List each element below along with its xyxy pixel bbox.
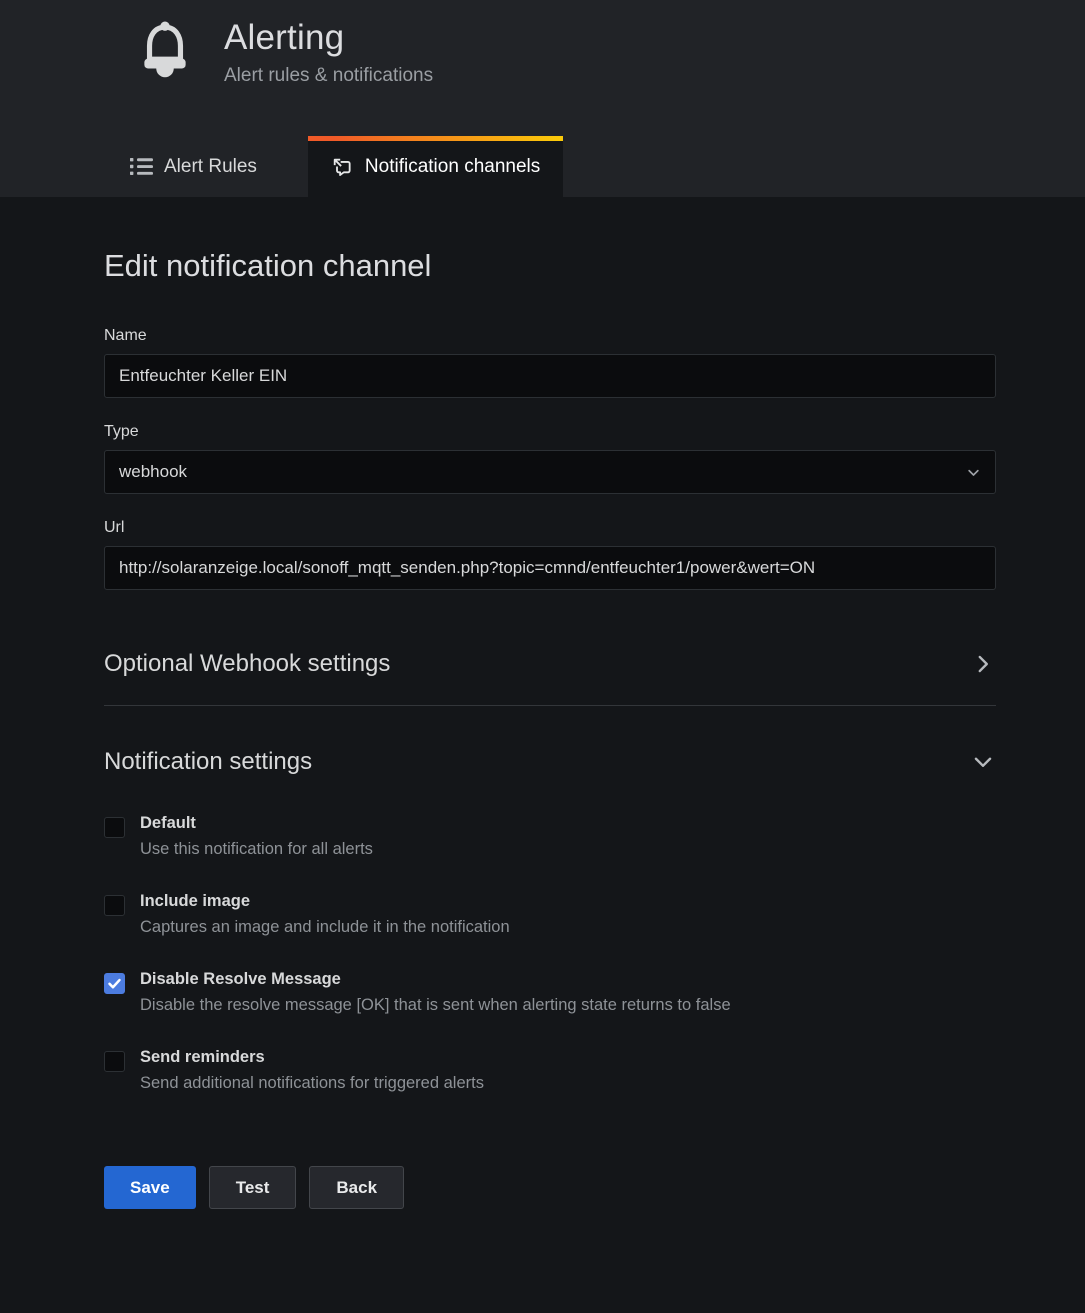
name-input[interactable] [104,354,996,398]
page-subtitle: Alert rules & notifications [224,65,433,87]
option-default-description: Use this notification for all alerts [140,840,373,859]
url-field-group: Url [104,519,996,590]
tab-notification-channels[interactable]: Notification channels [308,136,563,197]
save-button[interactable]: Save [104,1166,196,1209]
tab-alert-rules-label: Alert Rules [164,156,257,178]
type-field-group: Type webhook [104,423,996,494]
alerting-bell-icon [137,20,193,86]
option-include-image-label: Include image [140,892,510,911]
header-titles: Alerting Alert rules & notifications [224,18,433,87]
page-title: Alerting [224,18,433,58]
chevron-down-icon [966,465,981,480]
back-button[interactable]: Back [309,1166,404,1209]
type-select[interactable]: webhook [104,450,996,494]
header-top: Alerting Alert rules & notifications [0,0,1085,136]
optional-webhook-settings-header[interactable]: Optional Webhook settings [104,650,996,706]
option-disable-resolve-description: Disable the resolve message [OK] that is… [140,996,731,1015]
channel-form: Name Type webhook Url [104,327,996,590]
chevron-down-icon [970,749,996,775]
option-default-text: Default Use this notification for all al… [140,814,373,859]
option-disable-resolve-label: Disable Resolve Message [140,970,731,989]
option-include-image-text: Include image Captures an image and incl… [140,892,510,937]
button-row: Save Test Back [104,1166,996,1209]
list-icon [130,157,153,176]
notification-options: Default Use this notification for all al… [104,814,996,1093]
notification-settings-header[interactable]: Notification settings [104,748,996,776]
chevron-right-icon [970,651,996,677]
url-input[interactable] [104,546,996,590]
page-header: Alerting Alert rules & notifications Ale… [0,0,1085,197]
option-send-reminders-description: Send additional notifications for trigge… [140,1074,484,1093]
option-default-label: Default [140,814,373,833]
name-field-group: Name [104,327,996,398]
include-image-checkbox[interactable] [104,895,125,916]
tab-notification-channels-label: Notification channels [365,156,540,178]
option-disable-resolve: Disable Resolve Message Disable the reso… [104,970,996,1015]
disable-resolve-checkbox[interactable] [104,973,125,994]
optional-webhook-settings-title: Optional Webhook settings [104,650,390,678]
option-disable-resolve-text: Disable Resolve Message Disable the reso… [140,970,731,1015]
option-default: Default Use this notification for all al… [104,814,996,859]
main-content: Edit notification channel Name Type webh… [104,248,996,1209]
tabs-row: Alert Rules Notification channels [0,136,1085,197]
option-include-image: Include image Captures an image and incl… [104,892,996,937]
option-send-reminders: Send reminders Send additional notificat… [104,1048,996,1093]
type-select-value: webhook [119,462,187,482]
send-reminders-checkbox[interactable] [104,1051,125,1072]
option-send-reminders-text: Send reminders Send additional notificat… [140,1048,484,1093]
type-label: Type [104,423,996,441]
default-checkbox[interactable] [104,817,125,838]
notification-settings-title: Notification settings [104,748,312,776]
tab-alert-rules[interactable]: Alert Rules [128,136,259,197]
channels-icon [331,156,354,178]
test-button[interactable]: Test [209,1166,297,1209]
edit-channel-heading: Edit notification channel [104,248,996,284]
option-include-image-description: Captures an image and include it in the … [140,918,510,937]
option-send-reminders-label: Send reminders [140,1048,484,1067]
check-icon [107,976,122,991]
url-label: Url [104,519,996,537]
name-label: Name [104,327,996,345]
